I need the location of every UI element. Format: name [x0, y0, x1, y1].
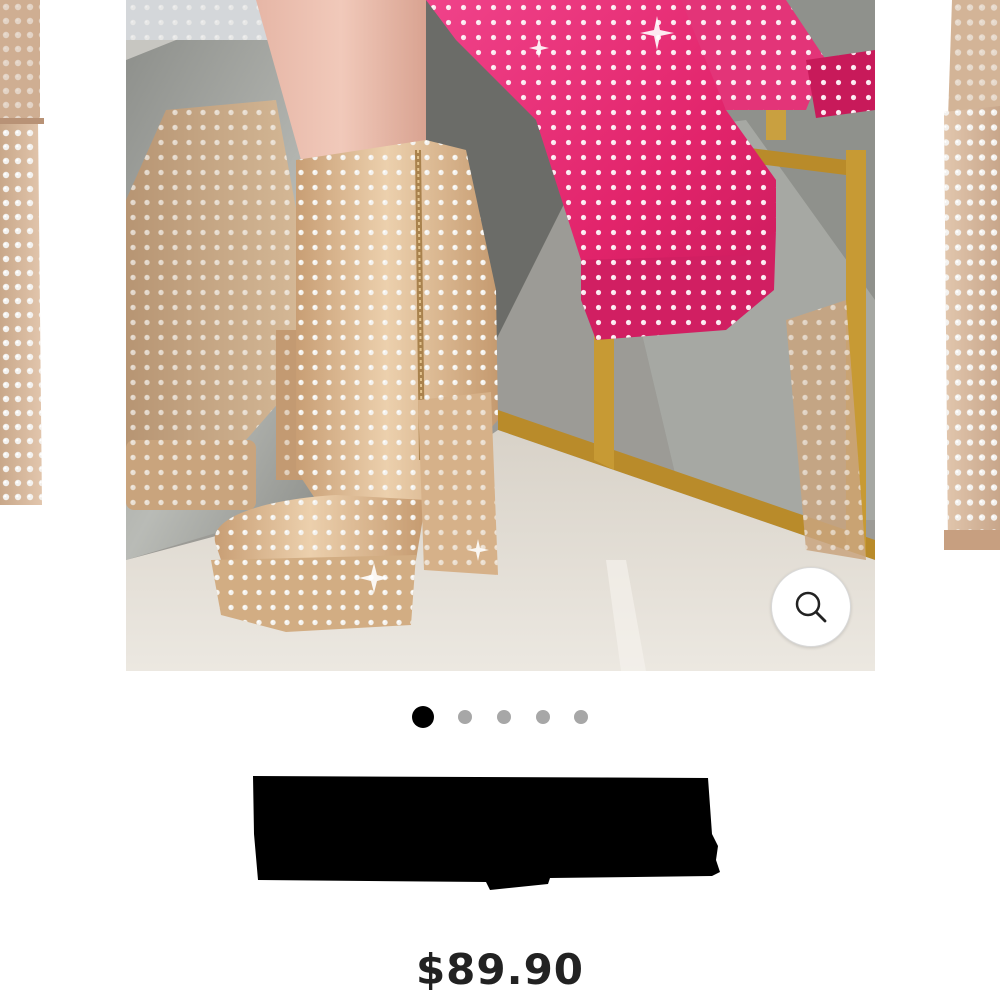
product-page: $89.90 [0, 0, 1000, 1000]
image-carousel[interactable] [0, 0, 1000, 672]
zoom-button[interactable] [771, 567, 851, 647]
product-title [250, 774, 720, 890]
pagination-dot-2[interactable] [458, 710, 472, 724]
product-image-main[interactable] [126, 0, 875, 671]
pagination-dot-3[interactable] [497, 710, 511, 724]
previous-slide-peek[interactable] [0, 0, 48, 510]
next-slide-peek[interactable] [940, 0, 1000, 555]
pagination-dot-4[interactable] [536, 710, 550, 724]
pagination-dot-1[interactable] [412, 706, 434, 728]
redaction-block [253, 776, 720, 890]
magnifier-icon [795, 591, 827, 623]
pagination-dot-5[interactable] [574, 710, 588, 724]
product-price: $89.90 [415, 945, 585, 994]
carousel-pagination [0, 704, 1000, 730]
